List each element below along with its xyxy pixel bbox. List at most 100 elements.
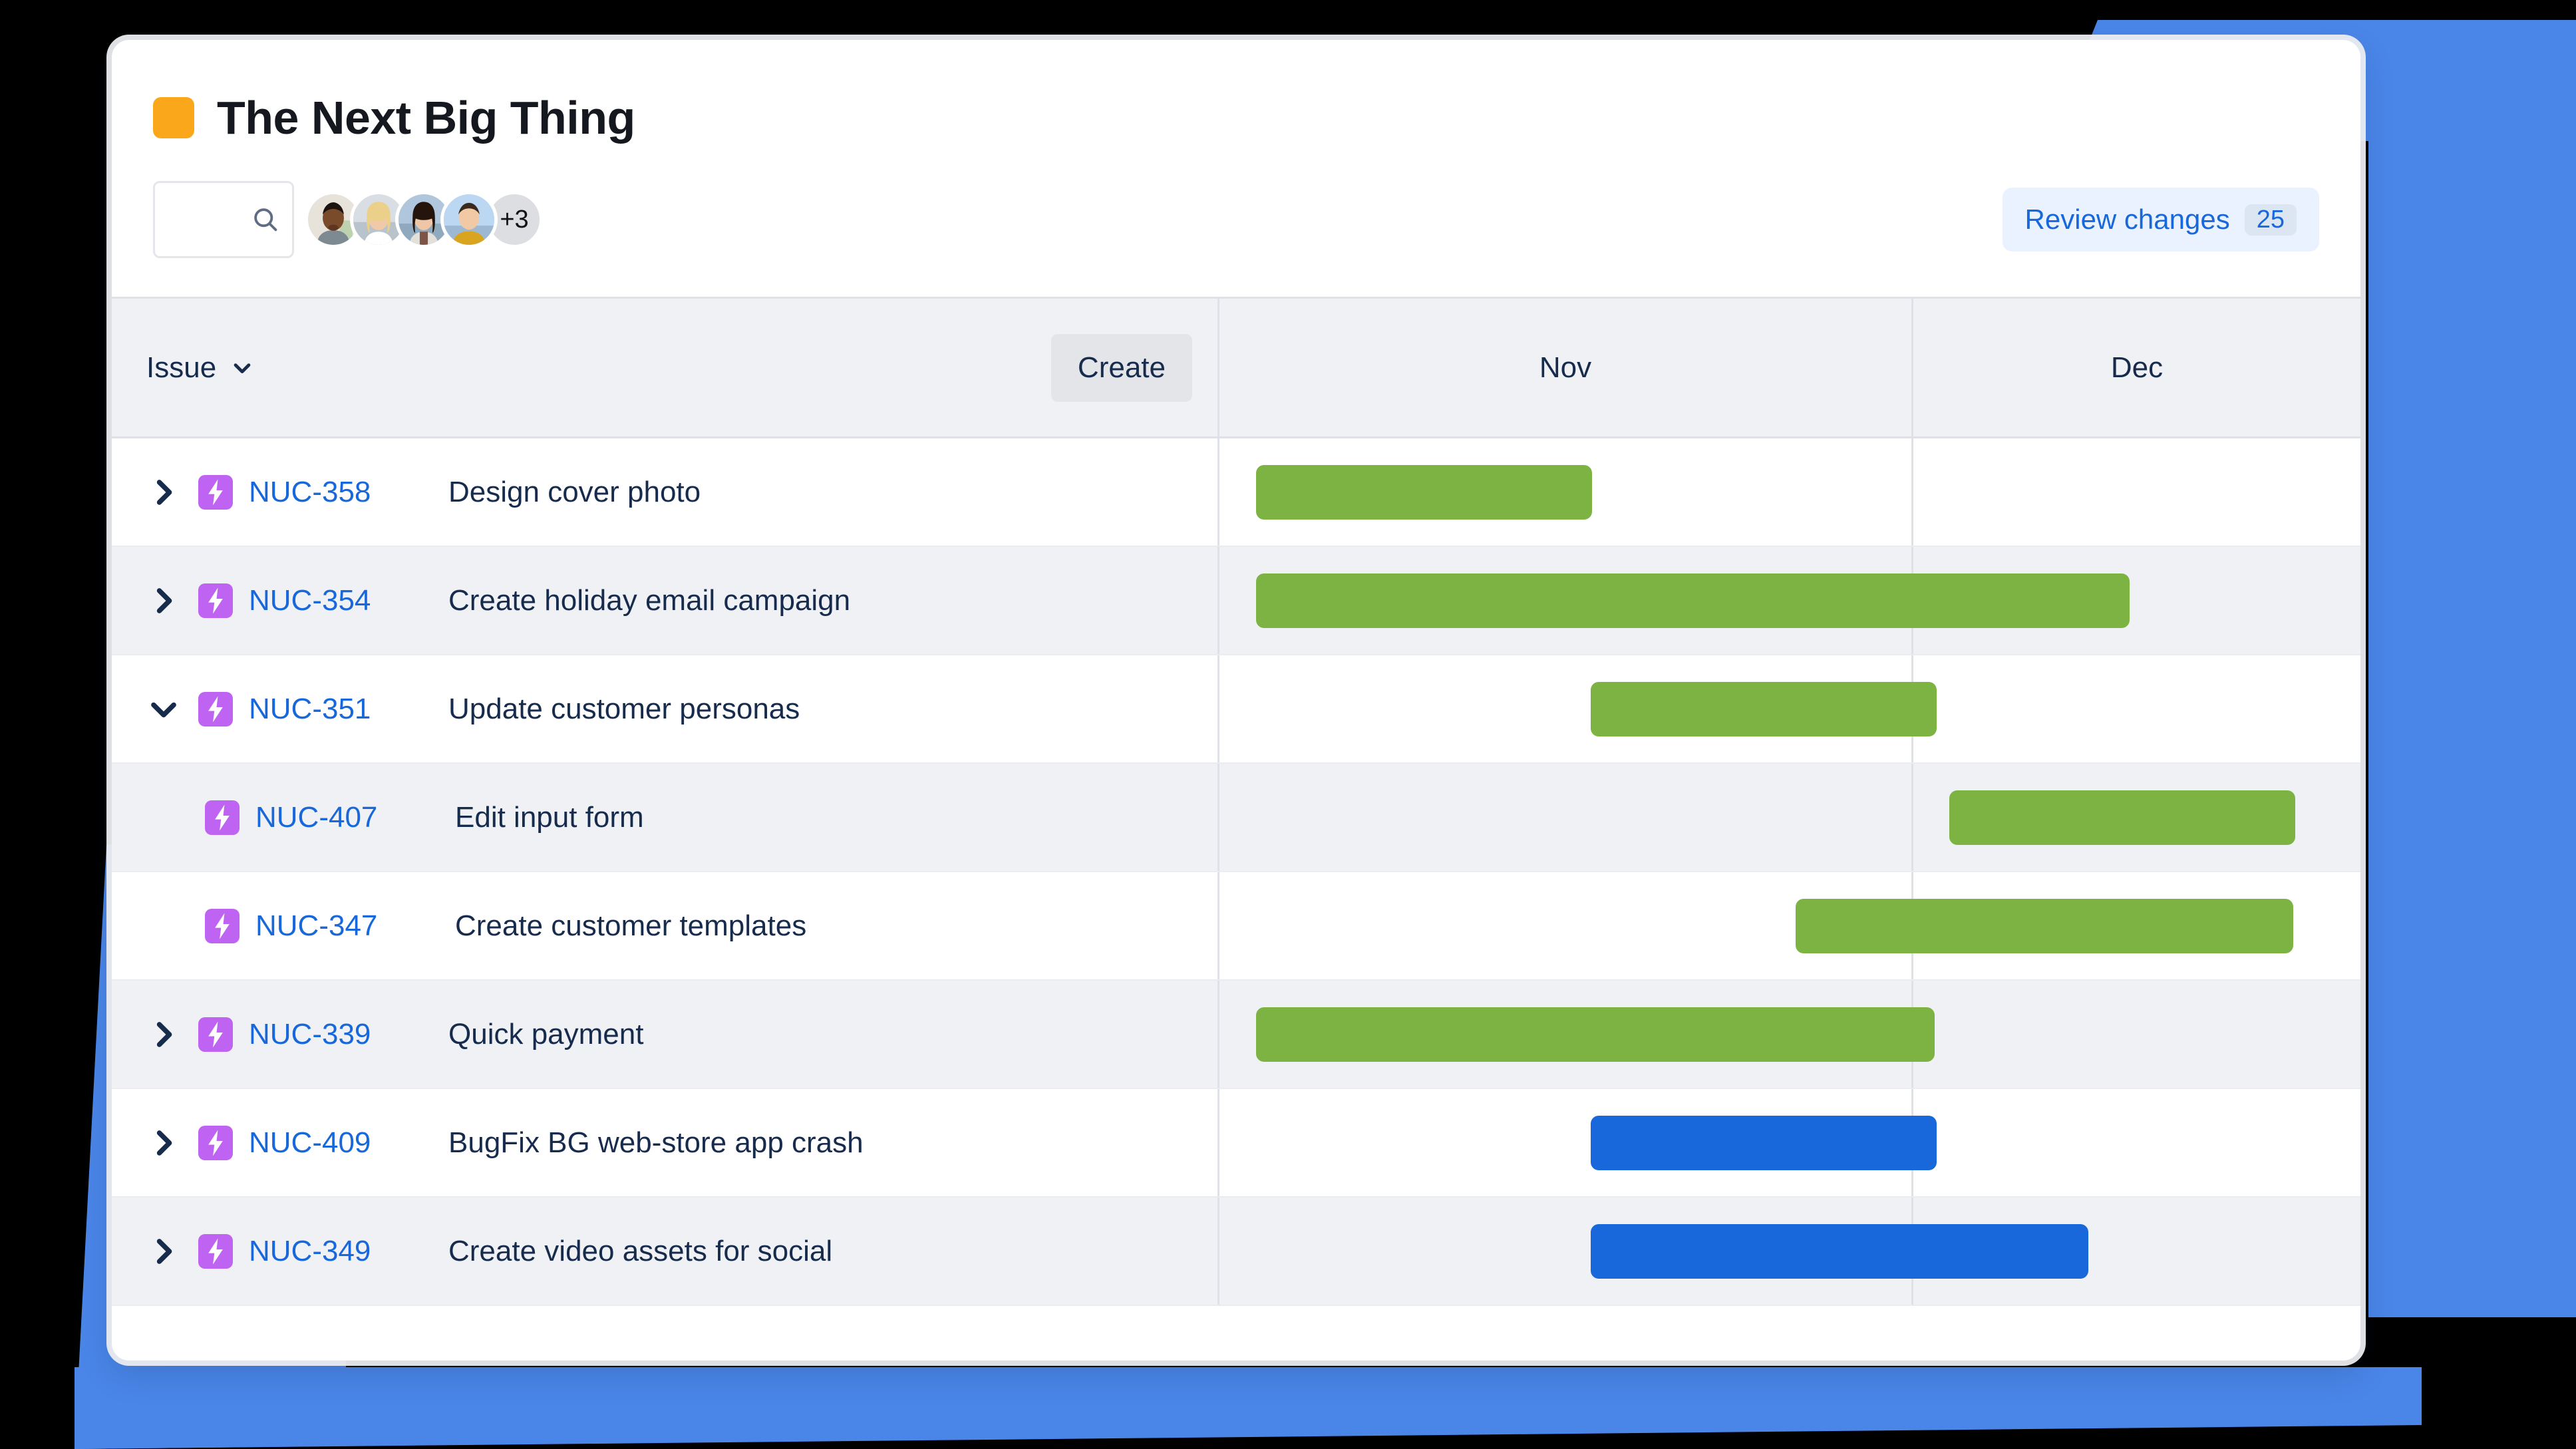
toolbar: +3 Review changes 25 [112,141,2360,258]
chevron-right-icon [156,479,172,505]
month-divider [1911,764,1913,871]
gantt-bar[interactable] [1591,681,1937,736]
table-row[interactable]: NUC-407 Edit input form [112,764,2360,872]
row-expand-toggle[interactable] [146,1234,181,1269]
backdrop-shape-bottom-band [75,1367,2422,1449]
timeline-cell[interactable] [1219,981,2360,1088]
row-expand-toggle[interactable] [146,475,181,510]
table-row[interactable]: NUC-409 BugFix BG web-store app crash [112,1089,2360,1198]
gantt-bar[interactable] [1796,898,2293,953]
issue-summary: Design cover photo [448,475,701,508]
month-divider [1911,438,1913,546]
application-card: The Next Big Thing +3 Review changes 25 … [112,40,2360,1361]
issue-column-sort-control[interactable]: Issue [146,351,253,385]
issue-cell: NUC-354 Create holiday email campaign [112,547,1219,654]
issue-summary: Quick payment [448,1017,644,1050]
chevron-down-icon [151,702,176,717]
issue-type-icon [198,691,233,726]
gantt-bar[interactable] [1256,573,2130,628]
issue-key-link[interactable]: NUC-349 [249,1235,448,1268]
table-row[interactable]: NUC-354 Create holiday email campaign [112,547,2360,655]
issue-summary: Create customer templates [455,909,807,942]
issue-key-link[interactable]: NUC-409 [249,1126,448,1160]
lightning-bolt-icon [208,1130,223,1156]
issue-summary: Create video assets for social [448,1234,833,1267]
issue-cell-inner: NUC-351 Update customer personas [112,691,1217,726]
avatar[interactable] [440,191,498,248]
search-box[interactable] [153,181,294,258]
issue-cell: NUC-347 Create customer templates [112,872,1219,979]
issue-summary: BugFix BG web-store app crash [448,1126,864,1159]
table-row[interactable]: NUC-347 Create customer templates [112,872,2360,981]
issue-type-icon [198,583,233,618]
chevron-right-icon [156,587,172,613]
issue-key-link[interactable]: NUC-358 [249,476,448,509]
gantt-bar[interactable] [1256,1007,1935,1062]
table-row[interactable]: NUC-349 Create video assets for social [112,1198,2360,1306]
page-title: The Next Big Thing [217,92,635,144]
issue-cell-inner: NUC-358 Design cover photo [112,474,1217,510]
issue-key-link[interactable]: NUC-339 [249,1018,448,1051]
gantt-bar[interactable] [1256,464,1592,520]
timeline-cell[interactable] [1219,764,2360,871]
lightning-bolt-icon [208,1238,223,1264]
chevron-right-icon [156,1130,172,1156]
timeline-cell[interactable] [1219,655,2360,762]
search-input[interactable] [155,183,292,256]
issue-column-header: Issue Create [112,299,1219,436]
lightning-bolt-icon [208,587,223,613]
row-expand-toggle[interactable] [146,583,181,618]
issue-key-link[interactable]: NUC-407 [255,801,455,834]
issue-type-icon [198,474,233,510]
lightning-bolt-icon [208,1021,223,1047]
project-color-swatch [153,97,194,138]
timeline-cell[interactable] [1219,547,2360,654]
issue-type-icon [198,1017,233,1052]
issue-key-link[interactable]: NUC-351 [249,693,448,726]
issue-type-icon [205,908,240,943]
create-button[interactable]: Create [1050,333,1192,402]
gantt-bar[interactable] [1591,1115,1937,1170]
avatar-photo-4 [444,194,494,245]
gantt-bar[interactable] [1949,790,2295,845]
issue-cell-inner: NUC-349 Create video assets for social [112,1233,1217,1269]
timeline-column-header: Nov Dec [1219,299,2360,436]
row-expand-toggle[interactable] [146,1017,181,1052]
gantt-bar[interactable] [1591,1223,2088,1279]
review-changes-button[interactable]: Review changes 25 [2002,188,2319,251]
lightning-bolt-icon [215,804,230,830]
gantt-table: Issue Create Nov Dec NUC-358 Design cover… [112,297,2360,1306]
issue-type-icon [198,1125,233,1160]
month-header-nov: Nov [1539,351,1592,384]
row-expand-toggle[interactable] [146,1126,181,1160]
issue-cell-inner: NUC-407 Edit input form [112,800,1217,835]
issue-cell: NUC-349 Create video assets for social [112,1198,1219,1305]
table-row[interactable]: NUC-339 Quick payment [112,981,2360,1089]
issue-cell-inner: NUC-347 Create customer templates [112,908,1217,943]
review-changes-count-badge: 25 [2244,204,2297,236]
timeline-cell[interactable] [1219,1089,2360,1196]
issue-cell: NUC-409 BugFix BG web-store app crash [112,1089,1219,1196]
issue-key-link[interactable]: NUC-354 [249,584,448,617]
issue-cell: NUC-339 Quick payment [112,981,1219,1088]
chevron-right-icon [156,1238,172,1264]
timeline-cell[interactable] [1219,1198,2360,1305]
table-row[interactable]: NUC-358 Design cover photo [112,438,2360,547]
timeline-cell[interactable] [1219,872,2360,979]
table-row[interactable]: NUC-351 Update customer personas [112,655,2360,764]
issue-column-label: Issue [146,351,217,384]
issue-cell-inner: NUC-354 Create holiday email campaign [112,583,1217,618]
lightning-bolt-icon [215,913,230,939]
issue-cell-inner: NUC-339 Quick payment [112,1017,1217,1052]
issue-summary: Update customer personas [448,692,800,725]
issue-cell: NUC-358 Design cover photo [112,438,1219,546]
timeline-cell[interactable] [1219,438,2360,546]
chevron-right-icon [156,1021,172,1047]
issue-cell: NUC-351 Update customer personas [112,655,1219,762]
issue-cell-inner: NUC-409 BugFix BG web-store app crash [112,1125,1217,1160]
issue-key-link[interactable]: NUC-347 [255,909,455,943]
issue-type-icon [198,1233,233,1269]
review-changes-label: Review changes [2024,204,2230,235]
row-expand-toggle[interactable] [146,692,181,726]
month-header-dec: Dec [2110,351,2164,384]
